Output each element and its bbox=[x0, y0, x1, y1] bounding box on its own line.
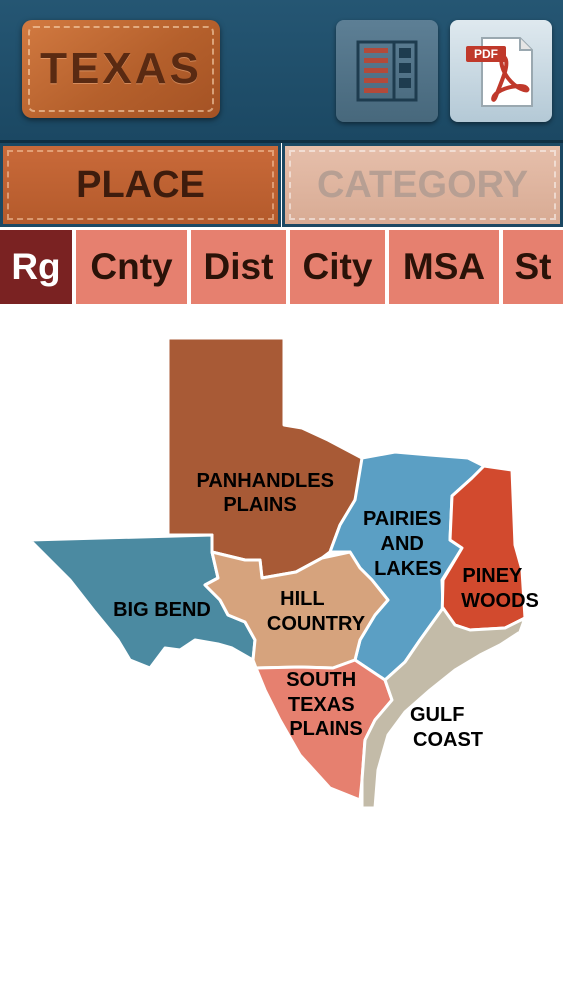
texas-region-map: PANHANDLES PLAINS PAIRIES AND LAKES PINE… bbox=[0, 320, 563, 820]
label-line: PLAINS bbox=[289, 718, 362, 740]
label-line: BIG BEND bbox=[113, 599, 211, 621]
label-line: GULF bbox=[410, 704, 464, 726]
subtab-region[interactable]: Rg bbox=[0, 230, 74, 304]
tab-category[interactable]: CATEGORY bbox=[282, 143, 563, 227]
tab-place-label: PLACE bbox=[76, 163, 205, 206]
label-south-texas-plains: SOUTH TEXAS PLAINS bbox=[286, 669, 362, 740]
subtab-district[interactable]: Dist bbox=[191, 230, 288, 304]
subtab-msa[interactable]: MSA bbox=[389, 230, 501, 304]
label-line: TEXAS bbox=[288, 694, 355, 716]
texas-logo[interactable]: TEXAS bbox=[22, 20, 220, 118]
subtab-city[interactable]: City bbox=[290, 230, 387, 304]
top-bar: TEXAS PDF bbox=[0, 0, 563, 143]
label-big-bend: BIG BEND bbox=[113, 599, 211, 621]
tab-place[interactable]: PLACE bbox=[0, 143, 281, 227]
label-line: PLAINS bbox=[223, 494, 296, 516]
label-line: AND bbox=[381, 533, 424, 555]
main-tabs: PLACE CATEGORY bbox=[0, 143, 563, 227]
label-line: HILL bbox=[280, 588, 324, 610]
table-list-icon bbox=[356, 40, 418, 102]
label-line: LAKES bbox=[374, 558, 442, 580]
label-line: PANHANDLES bbox=[197, 470, 334, 492]
label-gulf-coast: GULF COAST bbox=[410, 704, 483, 751]
map-svg: PANHANDLES PLAINS PAIRIES AND LAKES PINE… bbox=[28, 336, 539, 810]
pdf-document-icon bbox=[481, 37, 533, 107]
label-line: COAST bbox=[413, 729, 483, 751]
label-line: PAIRIES bbox=[363, 508, 442, 530]
pdf-button[interactable]: PDF bbox=[450, 20, 552, 122]
subtab-state[interactable]: St bbox=[503, 230, 563, 304]
tab-category-label: CATEGORY bbox=[316, 163, 529, 206]
pdf-label: PDF bbox=[466, 46, 506, 62]
subtab-county[interactable]: Cnty bbox=[76, 230, 189, 304]
logo-text: TEXAS bbox=[40, 44, 202, 93]
table-view-button[interactable] bbox=[336, 20, 438, 122]
label-line: COUNTRY bbox=[267, 613, 366, 635]
sub-tabs: Rg Cnty Dist City MSA St bbox=[0, 230, 563, 304]
label-line: PINEY bbox=[462, 565, 523, 587]
label-line: WOODS bbox=[461, 590, 539, 612]
label-line: SOUTH bbox=[286, 669, 356, 691]
